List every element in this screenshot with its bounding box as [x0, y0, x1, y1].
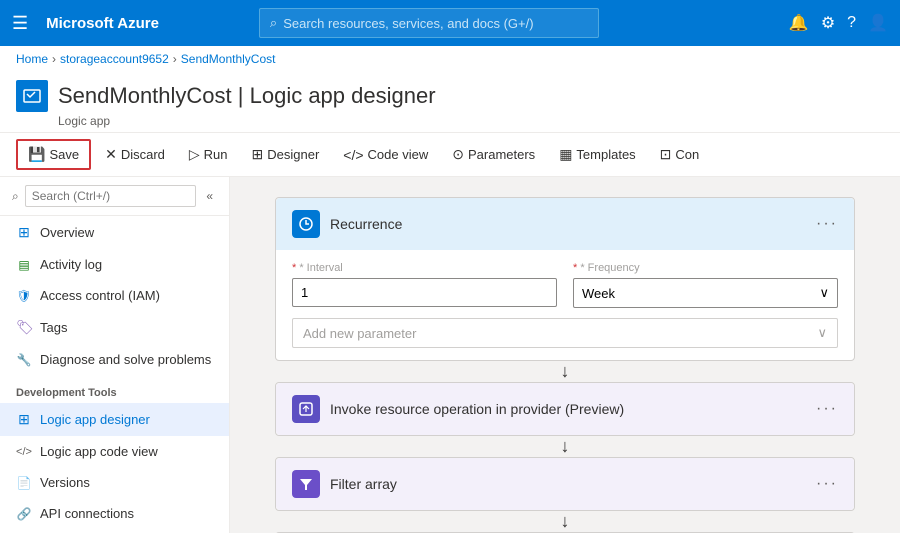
sidebar-item-logic-app-designer[interactable]: ⊞ Logic app designer — [0, 403, 229, 436]
code-view-icon: </> — [16, 446, 32, 458]
interval-field: * * Interval — [292, 262, 557, 308]
top-navigation: ☰ Microsoft Azure ⌕ 🔔 ⚙ ? 👤 — [0, 0, 900, 46]
recurrence-card[interactable]: Recurrence ··· * * Interval * * Frequenc… — [275, 197, 855, 361]
notifications-icon[interactable]: 🔔 — [789, 13, 809, 33]
page-title: SendMonthlyCost | Logic app designer — [58, 83, 436, 109]
sidebar-collapse-button[interactable]: « — [202, 187, 217, 205]
main-layout: ⌕ « ⊞ Overview ▤ Activity log 🛡 Access c… — [0, 177, 900, 533]
settings-icon[interactable]: ⚙ — [821, 13, 835, 33]
add-parameter-row[interactable]: Add new parameter ∨ — [292, 318, 838, 348]
versions-icon: 📄 — [16, 476, 32, 490]
con-button[interactable]: ⊡ Con — [650, 141, 710, 168]
user-avatar[interactable]: 👤 — [868, 13, 888, 33]
sidebar-item-label: API connections — [40, 506, 134, 521]
discard-button[interactable]: ✕ Discard — [95, 141, 175, 168]
azure-logo: Microsoft Azure — [46, 15, 159, 32]
sidebar-item-diagnose[interactable]: 🔧 Diagnose and solve problems — [0, 344, 229, 375]
filter-title: Filter array — [330, 476, 806, 492]
designer-canvas[interactable]: Recurrence ··· * * Interval * * Frequenc… — [230, 177, 900, 533]
help-icon[interactable]: ? — [847, 14, 856, 32]
sidebar-item-label: Versions — [40, 475, 90, 490]
global-search-bar[interactable]: ⌕ — [259, 8, 599, 38]
search-icon: ⌕ — [270, 15, 277, 31]
run-button[interactable]: ▷ Run — [179, 141, 238, 168]
access-control-icon: 🛡 — [16, 289, 32, 303]
sidebar: ⌕ « ⊞ Overview ▤ Activity log 🛡 Access c… — [0, 177, 230, 533]
designer-icon: ⊞ — [252, 146, 264, 163]
sidebar-item-activity-log[interactable]: ▤ Activity log — [0, 249, 229, 280]
sidebar-item-label: Access control (IAM) — [40, 288, 160, 303]
con-icon: ⊡ — [660, 146, 672, 163]
invoke-card-icon — [292, 395, 320, 423]
logic-app-designer-icon: ⊞ — [16, 411, 32, 428]
designer-button[interactable]: ⊞ Designer — [242, 141, 330, 168]
invoke-title: Invoke resource operation in provider (P… — [330, 401, 806, 417]
sidebar-item-label: Overview — [40, 225, 94, 240]
sidebar-item-tags[interactable]: 🏷 Tags — [0, 311, 229, 344]
diagnose-icon: 🔧 — [16, 353, 32, 367]
parameters-button[interactable]: ⊙ Parameters — [442, 141, 545, 168]
sidebar-search-area: ⌕ « — [0, 177, 229, 216]
invoke-card[interactable]: Invoke resource operation in provider (P… — [275, 382, 855, 436]
code-icon: </> — [343, 147, 363, 163]
overview-icon: ⊞ — [16, 224, 32, 241]
sidebar-item-api-connections[interactable]: 🔗 API connections — [0, 498, 229, 529]
frequency-field: * * Frequency Week ∨ — [573, 262, 838, 308]
api-connections-icon: 🔗 — [16, 507, 32, 521]
sidebar-search-input[interactable] — [25, 185, 197, 207]
arrow-2: ↓ — [561, 436, 570, 457]
sidebar-item-label: Tags — [40, 320, 67, 335]
save-icon: 💾 — [28, 146, 45, 163]
filter-card-icon — [292, 470, 320, 498]
sidebar-item-versions[interactable]: 📄 Versions — [0, 467, 229, 498]
sidebar-item-overview[interactable]: ⊞ Overview — [0, 216, 229, 249]
page-header: SendMonthlyCost | Logic app designer Log… — [0, 72, 900, 133]
arrow-1: ↓ — [561, 361, 570, 382]
tags-icon: 🏷 — [16, 319, 32, 336]
templates-icon: ▦ — [559, 146, 572, 163]
arrow-3: ↓ — [561, 511, 570, 532]
global-search-input[interactable] — [283, 16, 588, 31]
code-view-button[interactable]: </> Code view — [333, 142, 438, 168]
recurrence-title: Recurrence — [330, 216, 806, 232]
breadcrumb-home[interactable]: Home — [16, 52, 48, 66]
breadcrumb-storage[interactable]: storageaccount9652 — [60, 52, 169, 66]
breadcrumb: Home › storageaccount9652 › SendMonthlyC… — [0, 46, 900, 72]
templates-button[interactable]: ▦ Templates — [549, 141, 645, 168]
filter-menu-button[interactable]: ··· — [816, 475, 838, 493]
activity-log-icon: ▤ — [16, 258, 32, 272]
sidebar-search-icon: ⌕ — [12, 189, 19, 204]
recurrence-body: * * Interval * * Frequency Week ∨ Add ne… — [276, 250, 854, 360]
interval-input[interactable] — [292, 278, 557, 307]
hamburger-menu-icon[interactable]: ☰ — [12, 13, 28, 34]
sidebar-item-label: Logic app designer — [40, 412, 150, 427]
nav-icons-group: 🔔 ⚙ ? 👤 — [789, 13, 888, 33]
sidebar-item-logic-app-code-view[interactable]: </> Logic app code view — [0, 436, 229, 467]
sidebar-item-label: Logic app code view — [40, 444, 158, 459]
frequency-dropdown[interactable]: Week ∨ — [573, 278, 838, 308]
sidebar-section-dev-tools: Development Tools — [0, 375, 229, 403]
sidebar-item-label: Diagnose and solve problems — [40, 352, 211, 367]
page-icon — [16, 80, 48, 112]
add-param-chevron-icon: ∨ — [817, 325, 827, 341]
sidebar-item-label: Activity log — [40, 257, 102, 272]
dropdown-chevron-icon: ∨ — [819, 285, 829, 301]
toolbar: 💾 Save ✕ Discard ▷ Run ⊞ Designer </> Co… — [0, 133, 900, 177]
breadcrumb-resource[interactable]: SendMonthlyCost — [181, 52, 276, 66]
sidebar-item-access-control[interactable]: 🛡 Access control (IAM) — [0, 280, 229, 311]
parameters-icon: ⊙ — [452, 146, 464, 163]
filter-card[interactable]: Filter array ··· — [275, 457, 855, 511]
frequency-label: * * Frequency — [573, 262, 838, 274]
page-subtitle: Logic app — [58, 114, 884, 128]
discard-icon: ✕ — [105, 146, 117, 163]
save-button[interactable]: 💾 Save — [16, 139, 91, 170]
run-icon: ▷ — [189, 146, 200, 163]
recurrence-menu-button[interactable]: ··· — [816, 215, 838, 233]
recurrence-card-icon — [292, 210, 320, 238]
invoke-menu-button[interactable]: ··· — [816, 400, 838, 418]
interval-label: * * Interval — [292, 262, 557, 274]
